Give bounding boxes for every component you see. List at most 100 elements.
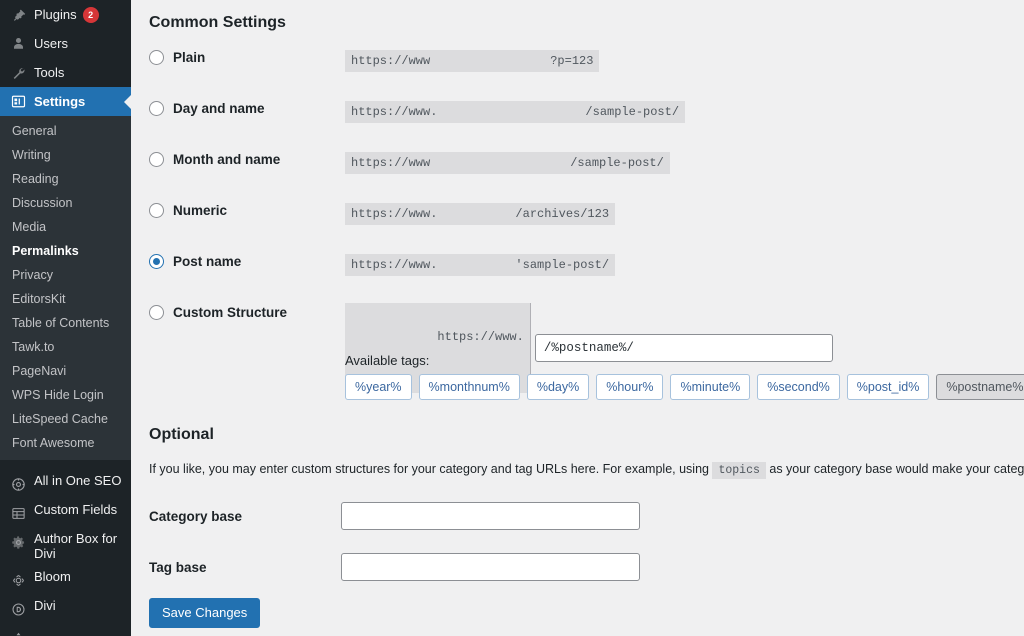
permalink-url-preview-month-and-name: https://www /sample-post/ <box>345 152 670 175</box>
save-changes-button[interactable]: Save Changes <box>149 597 261 628</box>
url-redacted-domain <box>430 153 570 173</box>
permalink-url-preview-day-and-name: https://www. /sample-post/ <box>345 101 686 124</box>
sidebar-item-partial[interactable] <box>0 623 131 636</box>
permalink-settings-page: Plugins 2 Users Tools Settings General W… <box>0 0 1024 636</box>
tag-button-minute[interactable]: %minute% <box>670 374 751 401</box>
submenu-item-pagenavi[interactable]: PageNavi <box>0 359 131 383</box>
radio-day-and-name[interactable] <box>149 101 164 117</box>
permalink-option-day-and-name-row: Day and name https://www. /sample-post/ <box>149 99 1024 150</box>
permalink-option-label: Month and name <box>173 152 281 168</box>
url-prefix: https://www <box>351 156 431 171</box>
permalink-option-plain-row: Plain https://www ?p=123 <box>149 48 1024 99</box>
permalink-option-numeric[interactable]: Numeric <box>149 201 345 219</box>
permalink-url-preview-numeric: https://www. /archives/123 <box>345 203 616 226</box>
sidebar-item-label: Tools <box>34 64 65 80</box>
url-prefix: https://www. <box>351 207 438 222</box>
tag-button-day[interactable]: %day% <box>526 374 590 401</box>
url-redacted-domain <box>437 102 585 122</box>
admin-sidebar: Plugins 2 Users Tools Settings General W… <box>0 0 131 636</box>
submenu-item-reading[interactable]: Reading <box>0 167 131 191</box>
settings-sliders-icon <box>8 92 28 112</box>
url-prefix: https://www <box>351 54 431 69</box>
sidebar-item-settings[interactable]: Settings <box>0 87 131 116</box>
permalink-option-post-name[interactable]: Post name <box>149 252 345 270</box>
sidebar-item-author-box-for-divi[interactable]: Author Box for Divi <box>0 527 131 565</box>
radio-custom-structure[interactable] <box>149 305 164 321</box>
tag-base-input[interactable] <box>341 553 640 582</box>
url-suffix: /sample-post/ <box>585 105 680 120</box>
permalink-option-label: Post name <box>173 254 242 270</box>
category-base-input[interactable] <box>341 502 640 531</box>
sidebar-item-users[interactable]: Users <box>0 29 131 58</box>
bloom-flower-icon <box>8 570 28 590</box>
url-redacted-domain <box>430 51 550 71</box>
permalink-option-label: Plain <box>173 50 206 66</box>
tag-button-year[interactable]: %year% <box>345 374 412 401</box>
radio-numeric[interactable] <box>149 203 164 219</box>
url-suffix: /sample-post/ <box>570 156 664 171</box>
sidebar-item-label: Settings <box>34 93 86 109</box>
permalink-option-day-and-name[interactable]: Day and name <box>149 99 345 117</box>
url-redacted-domain <box>437 255 515 275</box>
permalink-option-label: Numeric <box>173 203 228 219</box>
sidebar-item-divi[interactable]: Divi <box>0 594 131 623</box>
permalink-option-label: Custom Structure <box>173 305 288 321</box>
permalink-option-plain[interactable]: Plain <box>149 48 345 66</box>
custom-structure-input[interactable] <box>534 334 833 363</box>
submenu-item-tawkto[interactable]: Tawk.to <box>0 335 131 359</box>
sidebar-item-label: Author Box for Divi <box>34 531 118 561</box>
submenu-item-privacy[interactable]: Privacy <box>0 263 131 287</box>
optional-desc-part1: If you like, you may enter custom struct… <box>149 461 709 476</box>
plugins-update-badge: 2 <box>82 6 99 23</box>
radio-month-and-name[interactable] <box>149 152 164 168</box>
permalink-option-custom-structure-row: Custom Structure https://www. <box>149 303 1024 394</box>
optional-desc-code-topics: topics <box>712 461 766 479</box>
submenu-item-table-of-contents[interactable]: Table of Contents <box>0 311 131 335</box>
tag-button-postname[interactable]: %postname% <box>936 374 1024 401</box>
gear-circle-icon <box>8 474 28 494</box>
gear-icon <box>8 532 28 552</box>
optional-section-title: Optional <box>149 426 214 444</box>
submenu-item-discussion[interactable]: Discussion <box>0 191 131 215</box>
sidebar-item-label: All in One SEO <box>34 473 122 488</box>
submenu-item-permalinks[interactable]: Permalinks <box>0 239 131 263</box>
tag-button-hour[interactable]: %hour% <box>596 374 664 401</box>
sidebar-item-plugins[interactable]: Plugins 2 <box>0 0 131 29</box>
submenu-item-litespeed-cache[interactable]: LiteSpeed Cache <box>0 407 131 431</box>
url-prefix: https://www. <box>351 258 438 273</box>
wrench-icon <box>8 63 28 83</box>
tag-button-monthnum[interactable]: %monthnum% <box>418 374 520 401</box>
permalink-option-month-and-name[interactable]: Month and name <box>149 150 345 168</box>
submenu-item-editorskit[interactable]: EditorsKit <box>0 287 131 311</box>
submenu-item-general[interactable]: General <box>0 119 131 143</box>
sidebar-item-label: Bloom <box>34 569 71 584</box>
sidebar-item-all-in-one-seo[interactable]: All in One SEO <box>0 469 131 498</box>
permalink-option-post-name-row: Post name https://www. 'sample-post/ <box>149 252 1024 303</box>
submenu-item-font-awesome[interactable]: Font Awesome <box>0 431 131 455</box>
permalink-option-label: Day and name <box>173 101 265 117</box>
permalink-url-preview-plain: https://www ?p=123 <box>345 50 600 73</box>
users-icon <box>8 34 28 54</box>
sidebar-item-label: Divi <box>34 598 56 613</box>
url-suffix: 'sample-post/ <box>515 258 610 273</box>
sidebar-divider <box>0 460 131 469</box>
tag-button-post-id[interactable]: %post_id% <box>846 374 930 401</box>
sidebar-item-label: Plugins <box>34 6 77 22</box>
radio-post-name[interactable] <box>149 254 164 270</box>
url-prefix: https://www. <box>437 330 524 345</box>
category-base-label: Category base <box>149 508 243 524</box>
submenu-item-wps-hide-login[interactable]: WPS Hide Login <box>0 383 131 407</box>
tag-base-label: Tag base <box>149 559 207 575</box>
submenu-item-media[interactable]: Media <box>0 215 131 239</box>
permalink-option-numeric-row: Numeric https://www. /archives/123 <box>149 201 1024 252</box>
sidebar-item-label: Users <box>34 35 68 51</box>
permalink-option-custom-structure[interactable]: Custom Structure <box>149 303 345 321</box>
radio-plain[interactable] <box>149 50 164 66</box>
sidebar-item-bloom[interactable]: Bloom <box>0 565 131 594</box>
permalink-url-preview-post-name: https://www. 'sample-post/ <box>345 254 616 277</box>
sidebar-item-tools[interactable]: Tools <box>0 58 131 87</box>
tag-button-second[interactable]: %second% <box>757 374 840 401</box>
gear-partial-icon <box>8 626 28 636</box>
sidebar-item-custom-fields[interactable]: Custom Fields <box>0 498 131 527</box>
submenu-item-writing[interactable]: Writing <box>0 143 131 167</box>
